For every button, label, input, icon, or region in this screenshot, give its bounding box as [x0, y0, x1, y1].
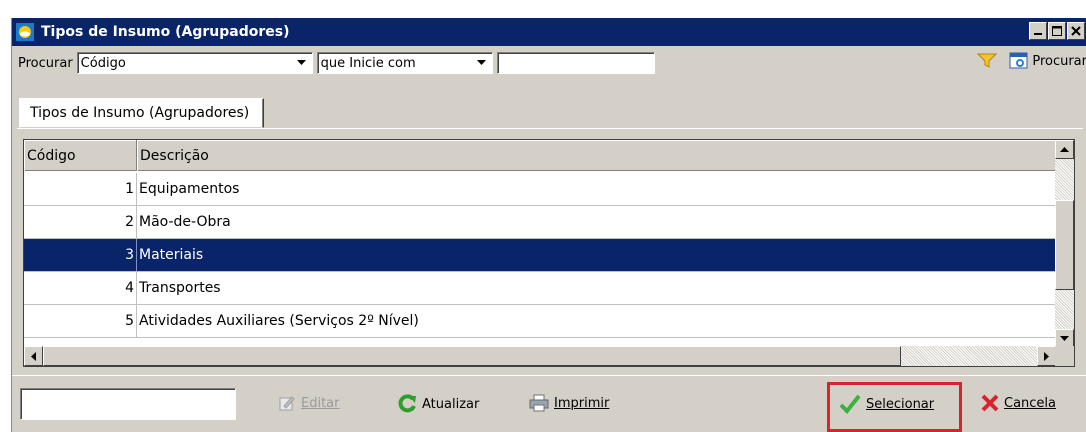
table-row-selected[interactable]: 3 Materiais [24, 239, 1056, 272]
scroll-right-button[interactable] [1037, 346, 1056, 366]
row-description: Materiais [139, 247, 204, 263]
chevron-down-icon [296, 60, 306, 65]
table-row[interactable]: 4 Transportes [24, 272, 1056, 305]
search-field-select[interactable]: Código [76, 52, 313, 74]
search-button[interactable]: Procurar [1009, 52, 1086, 70]
refresh-button[interactable]: Atualizar [397, 394, 479, 414]
quick-filter-input[interactable] [20, 388, 236, 420]
refresh-label: Atualizar [422, 396, 480, 412]
chevron-down-icon [476, 60, 486, 65]
x-icon [981, 394, 999, 412]
maximize-button[interactable] [1048, 22, 1066, 40]
title-bar[interactable]: Tipos de Insumo (Agrupadores) [12, 18, 1086, 46]
cancel-button[interactable]: Cancela [981, 394, 1056, 412]
row-description: Equipamentos [139, 181, 240, 197]
close-button[interactable] [1067, 22, 1085, 40]
search-field-value: Código [80, 55, 126, 71]
search-match-select[interactable]: que Inicie com [316, 52, 493, 74]
bottom-toolbar: Editar Atualizar Imprimir Selecionar Can… [12, 375, 1086, 432]
filter-icon[interactable] [977, 53, 998, 69]
refresh-icon [397, 394, 417, 414]
vertical-scrollbar[interactable] [1055, 140, 1074, 348]
printer-icon [529, 394, 549, 412]
select-button[interactable]: Selecionar [839, 394, 934, 414]
dialog-window: Tipos de Insumo (Agrupadores) Procurar C… [11, 18, 1086, 432]
row-code: 3 [24, 239, 137, 271]
horizontal-scrollbar[interactable] [24, 346, 1056, 366]
tab-tipos-de-insumo[interactable]: Tipos de Insumo (Agrupadores) [19, 98, 265, 128]
horizontal-scroll-thumb[interactable] [43, 346, 901, 366]
edit-button[interactable]: Editar [278, 394, 340, 412]
column-header-codigo[interactable]: Código [24, 140, 137, 171]
row-description: Mão-de-Obra [139, 214, 231, 230]
window-title: Tipos de Insumo (Agrupadores) [41, 24, 290, 40]
scroll-left-button[interactable] [24, 346, 43, 366]
data-grid[interactable]: Código Descrição 1 Equipamentos 2 Mão-de… [23, 139, 1075, 367]
arrow-right-icon [1043, 351, 1049, 361]
search-match-value: que Inicie com [320, 55, 416, 71]
print-label: Imprimir [554, 395, 610, 411]
scrollbar-corner [1055, 346, 1074, 366]
row-description: Transportes [139, 280, 221, 296]
row-description: Atividades Auxiliares (Serviços 2º Nível… [139, 313, 419, 329]
tab-strip: Tipos de Insumo (Agrupadores) [17, 98, 1083, 129]
row-code: 4 [24, 272, 137, 304]
print-button[interactable]: Imprimir [529, 394, 609, 412]
select-label: Selecionar [866, 396, 935, 412]
grid-rows: 1 Equipamentos 2 Mão-de-Obra 3 Materiais… [24, 173, 1056, 338]
table-row[interactable]: 1 Equipamentos [24, 173, 1056, 206]
row-code: 2 [24, 206, 137, 238]
table-row[interactable]: 5 Atividades Auxiliares (Serviços 2º Nív… [24, 305, 1056, 338]
search-button-label: Procurar [1032, 53, 1086, 69]
app-icon [15, 22, 35, 42]
arrow-up-icon [1060, 146, 1069, 152]
column-header-descricao[interactable]: Descrição [137, 140, 1056, 171]
close-icon [1071, 26, 1081, 36]
search-label: Procurar [18, 55, 73, 71]
arrow-down-icon [1060, 335, 1069, 341]
search-toolbar: Procurar Código que Inicie com Procurar [12, 49, 1086, 77]
search-input[interactable] [496, 52, 655, 74]
arrow-left-icon [30, 351, 36, 361]
table-row[interactable]: 2 Mão-de-Obra [24, 206, 1056, 239]
checkmark-icon [839, 394, 861, 414]
row-code: 1 [24, 173, 137, 205]
scroll-up-button[interactable] [1055, 140, 1074, 159]
tab-label: Tipos de Insumo (Agrupadores) [30, 105, 250, 121]
search-window-icon [1009, 52, 1029, 70]
maximize-icon [1052, 26, 1062, 36]
edit-icon [278, 394, 296, 412]
vertical-scroll-thumb[interactable] [1055, 200, 1074, 290]
minimize-icon [1034, 33, 1042, 35]
minimize-button[interactable] [1029, 22, 1047, 40]
row-code: 5 [24, 305, 137, 337]
grid-header: Código Descrição [24, 140, 1056, 171]
cancel-label: Cancela [1004, 395, 1057, 411]
edit-label: Editar [301, 395, 340, 411]
